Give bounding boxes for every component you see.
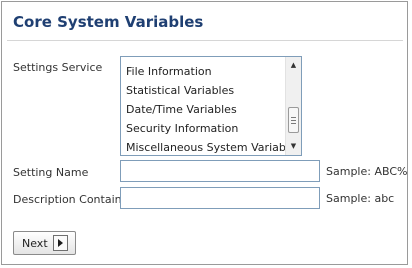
settings-service-option[interactable]: Miscellaneous System Variables [121,138,301,155]
page-title: Core System Variables [13,13,204,31]
next-button-label: Next [22,237,48,250]
grip-line [291,120,296,121]
title-divider [7,40,403,41]
grip-line [291,123,296,124]
setting-name-sample: Sample: ABC% [326,165,408,178]
core-system-variables-panel: Core System Variables Settings Service F… [1,1,408,265]
scroll-down-arrow-icon[interactable]: ▼ [286,139,301,154]
setting-name-label: Setting Name [13,166,89,179]
next-button[interactable]: Next [13,231,76,255]
arrow-right-glyph [58,239,63,247]
settings-service-option[interactable]: Date/Time Variables [121,100,283,119]
listbox-scrollbar[interactable]: ▲ ▼ [285,57,301,155]
setting-name-input[interactable] [120,160,320,182]
settings-service-listbox[interactable]: File Information Statistical Variables D… [120,56,302,156]
arrow-right-icon [53,235,68,251]
settings-service-label: Settings Service [13,61,103,74]
scroll-thumb[interactable] [288,107,299,133]
scroll-up-arrow-icon[interactable]: ▲ [286,58,301,73]
description-contains-sample: Sample: abc [326,192,395,205]
settings-service-option[interactable]: Security Information [121,119,283,138]
settings-service-option[interactable]: File Information [121,62,283,81]
grip-line [291,117,296,118]
description-contains-input[interactable] [120,187,320,209]
description-contains-label: Description Contains [13,193,128,206]
settings-service-options: File Information Statistical Variables D… [121,62,301,155]
settings-service-option[interactable]: Statistical Variables [121,81,283,100]
